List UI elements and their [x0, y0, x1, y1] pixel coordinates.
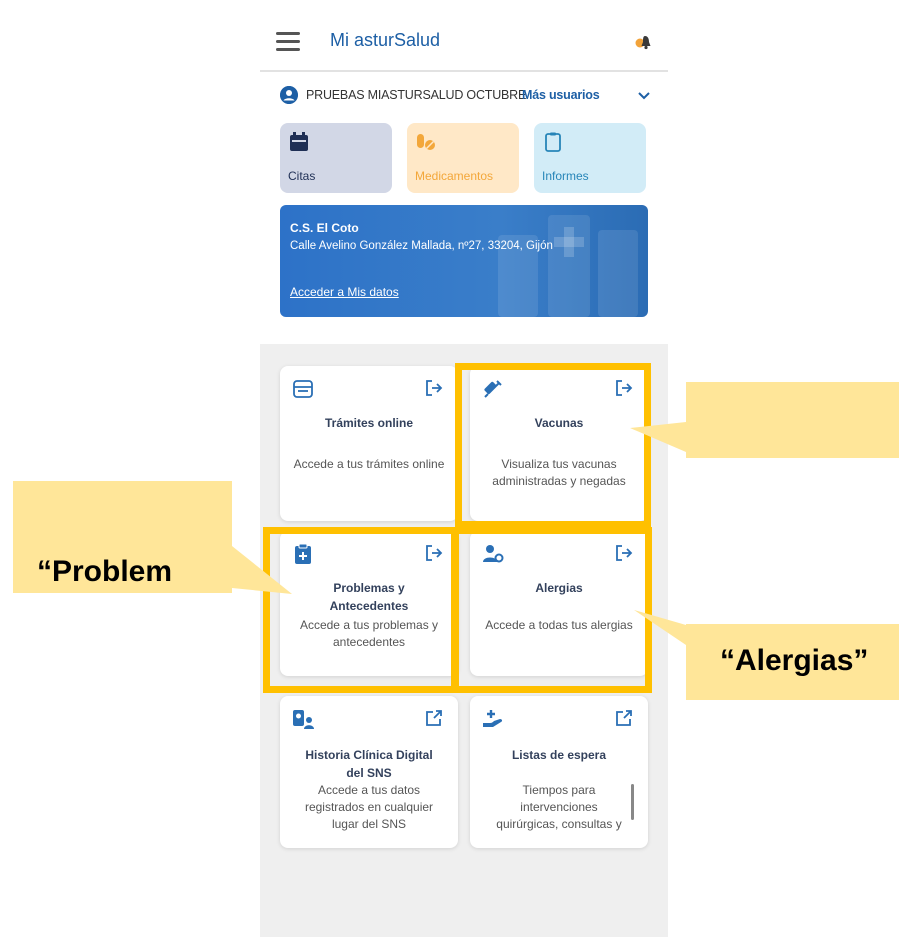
quick-access-label: Citas: [288, 169, 316, 183]
chevron-down-icon[interactable]: [636, 88, 652, 104]
service-card-historia-clinica[interactable]: Historia Clínica Digital del SNS Accede …: [280, 696, 458, 848]
pills-icon: [417, 134, 435, 150]
service-description: Accede a tus trámites online: [293, 457, 445, 471]
user-selector[interactable]: PRUEBAS MIASTURSALUD OCTUBRE Más usuario…: [280, 86, 660, 108]
app-title: Mi asturSalud: [330, 30, 441, 50]
top-bar: Mi asturSalud: [260, 18, 668, 66]
user-name: PRUEBAS MIASTURSALUD OCTUBRE: [306, 88, 527, 102]
external-link-icon[interactable]: [424, 708, 444, 728]
highlight-box-vacunas: [455, 363, 651, 528]
bell-icon[interactable]: [634, 32, 654, 52]
service-description: Tiempos para intervenciones quirúrgicas,…: [496, 783, 622, 831]
patient-record-icon: [293, 710, 314, 729]
calendar-icon: [290, 132, 308, 151]
highlight-box-alergias: [451, 527, 652, 693]
menu-icon[interactable]: [276, 32, 300, 52]
card-scrollbar[interactable]: [631, 784, 634, 820]
hospital-decoration-icon: [498, 215, 638, 317]
callout-problemas: “Problem: [13, 481, 232, 593]
service-title: Trámites online: [324, 416, 414, 430]
hand-plus-icon: [483, 710, 503, 727]
user-circle-icon: [280, 86, 298, 104]
service-card-tramites[interactable]: Trámites online Accede a tus trámites on…: [280, 366, 458, 521]
service-title: Historia Clínica Digital del SNS: [305, 748, 433, 780]
quick-access-label: Informes: [542, 169, 589, 183]
service-description: Accede a tus datos registrados en cualqu…: [304, 783, 434, 831]
inbox-icon: [293, 380, 313, 398]
quick-access-citas[interactable]: Citas: [280, 123, 392, 193]
quick-access-informes[interactable]: Informes: [534, 123, 646, 193]
health-center-address: Calle Avelino González Mallada, nº27, 33…: [290, 240, 553, 252]
callout-vacunas: [686, 382, 899, 458]
service-card-listas-espera[interactable]: Listas de espera Tiempos para intervenci…: [470, 696, 648, 848]
quick-access-medicamentos[interactable]: Medicamentos: [407, 123, 519, 193]
quick-access-label: Medicamentos: [415, 169, 494, 183]
clipboard-icon: [545, 132, 561, 152]
external-link-icon[interactable]: [614, 708, 634, 728]
service-title: Listas de espera: [511, 748, 607, 762]
callout-alergias: “Alergias”: [686, 624, 899, 700]
callout-text: “Problem: [37, 555, 173, 588]
health-center-card: C.S. El Coto Calle Avelino González Mall…: [280, 205, 648, 317]
header-divider: [260, 70, 668, 72]
health-center-name: C.S. El Coto: [290, 221, 359, 235]
more-users-link[interactable]: Más usuarios: [522, 88, 600, 102]
callout-text: “Alergias”: [720, 644, 869, 677]
highlight-box-problemas: [263, 527, 459, 693]
my-data-link[interactable]: Acceder a Mis datos: [290, 285, 399, 299]
exit-icon[interactable]: [424, 378, 444, 398]
